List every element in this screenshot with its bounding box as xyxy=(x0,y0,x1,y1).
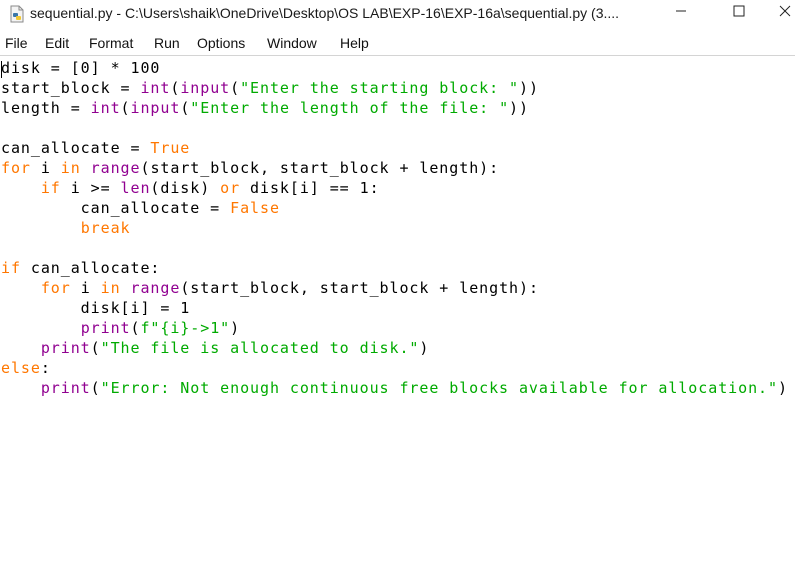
keyword-token: False xyxy=(230,199,280,217)
code-line[interactable]: break xyxy=(1,218,131,238)
code-line[interactable]: for i in range(start_block, start_block … xyxy=(1,278,539,298)
builtin-token: int xyxy=(140,79,171,97)
code-line[interactable]: print(f"{i}->1") xyxy=(1,318,240,338)
keyword-token: or xyxy=(220,179,241,197)
keyword-token: for xyxy=(40,279,71,297)
code-token: (disk) xyxy=(150,179,221,197)
code-token: (start_block, start_block + length): xyxy=(180,279,539,297)
code-token: ) xyxy=(777,379,788,397)
builtin-token: range xyxy=(90,159,141,177)
maximize-button[interactable] xyxy=(716,0,762,26)
code-token: i xyxy=(70,279,101,297)
keyword-token: if xyxy=(40,179,61,197)
code-line[interactable]: length = int(input("Enter the length of … xyxy=(1,98,529,118)
code-line[interactable]: disk[i] = 1 xyxy=(1,298,190,318)
menu-bar: File Edit Format Run Options Window Help xyxy=(0,32,795,54)
close-icon xyxy=(779,4,791,22)
code-token: disk[i] = 1 xyxy=(1,299,191,317)
menu-run[interactable]: Run xyxy=(154,35,180,51)
keyword-token: for xyxy=(1,159,31,177)
builtin-token: range xyxy=(130,279,181,297)
code-line[interactable]: start_block = int(input("Enter the start… xyxy=(1,78,539,98)
code-token: i xyxy=(30,159,61,177)
code-line[interactable]: else: xyxy=(1,358,51,378)
code-line[interactable]: if i >= len(disk) or disk[i] == 1: xyxy=(1,178,380,198)
string-token: "Enter the length of the file: " xyxy=(190,99,510,117)
code-token: disk = [0] * 100 xyxy=(1,59,161,77)
code-token: ( xyxy=(130,319,141,337)
menu-file[interactable]: File xyxy=(5,35,28,51)
minimize-icon xyxy=(675,4,687,22)
code-line[interactable]: can_allocate = True xyxy=(1,138,190,158)
close-button[interactable] xyxy=(774,0,795,26)
window-title: sequential.py - C:\Users\shaik\OneDrive\… xyxy=(30,5,620,21)
idle-editor-window: sequential.py - C:\Users\shaik\OneDrive\… xyxy=(0,0,795,580)
builtin-token: print xyxy=(40,339,91,357)
keyword-token: True xyxy=(150,139,191,157)
code-token: can_allocate = xyxy=(1,139,151,157)
python-file-icon xyxy=(8,5,26,23)
keyword-token: break xyxy=(80,219,131,237)
builtin-token: input xyxy=(130,99,181,117)
code-token: )) xyxy=(519,79,539,97)
menu-format[interactable]: Format xyxy=(89,35,133,51)
builtin-token: print xyxy=(80,319,131,337)
keyword-token: else xyxy=(1,359,41,377)
menu-window[interactable]: Window xyxy=(267,35,317,51)
code-token: length = xyxy=(1,99,91,117)
menu-help[interactable]: Help xyxy=(340,35,369,51)
string-token: f"{i}->1" xyxy=(140,319,231,337)
maximize-icon xyxy=(733,4,745,22)
code-token: can_allocate = xyxy=(1,199,231,217)
menu-options[interactable]: Options xyxy=(197,35,245,51)
code-line[interactable]: print("The file is allocated to disk.") xyxy=(1,338,429,358)
minimize-button[interactable] xyxy=(658,0,704,26)
code-line[interactable]: disk = [0] * 100 xyxy=(1,58,160,78)
string-token: "The file is allocated to disk." xyxy=(100,339,420,357)
code-token: start_block = xyxy=(1,79,141,97)
builtin-token: print xyxy=(40,379,91,397)
string-token: "Enter the starting block: " xyxy=(240,79,519,97)
code-token: can_allocate: xyxy=(20,259,161,277)
string-token: "Error: Not enough continuous free block… xyxy=(100,379,778,397)
keyword-token: in xyxy=(100,279,121,297)
code-token: : xyxy=(40,359,51,377)
menu-edit[interactable]: Edit xyxy=(45,35,69,51)
builtin-token: len xyxy=(120,179,151,197)
builtin-token: input xyxy=(180,79,231,97)
code-token: ( xyxy=(120,99,131,117)
keyword-token: if xyxy=(1,259,21,277)
code-line[interactable]: for i in range(start_block, start_block … xyxy=(1,158,499,178)
menu-divider xyxy=(0,55,795,56)
code-token: ( xyxy=(170,79,181,97)
code-token: )) xyxy=(509,99,529,117)
code-token: ( xyxy=(90,339,101,357)
keyword-token: in xyxy=(60,159,81,177)
code-token: (start_block, start_block + length): xyxy=(140,159,500,177)
code-line[interactable]: can_allocate = False xyxy=(1,198,280,218)
code-token: i >= xyxy=(60,179,121,197)
builtin-token: int xyxy=(90,99,121,117)
code-token: ) xyxy=(230,319,241,337)
title-bar[interactable]: sequential.py - C:\Users\shaik\OneDrive\… xyxy=(0,0,795,30)
code-token: ( xyxy=(90,379,101,397)
code-line[interactable]: print("Error: Not enough continuous free… xyxy=(1,378,788,398)
code-line[interactable]: if can_allocate: xyxy=(1,258,160,278)
code-editor[interactable]: disk = [0] * 100 start_block = int(input(… xyxy=(0,58,795,580)
code-token: disk[i] == 1: xyxy=(240,179,380,197)
code-token: ( xyxy=(180,99,191,117)
code-token: ( xyxy=(230,79,241,97)
code-token: ) xyxy=(419,339,430,357)
